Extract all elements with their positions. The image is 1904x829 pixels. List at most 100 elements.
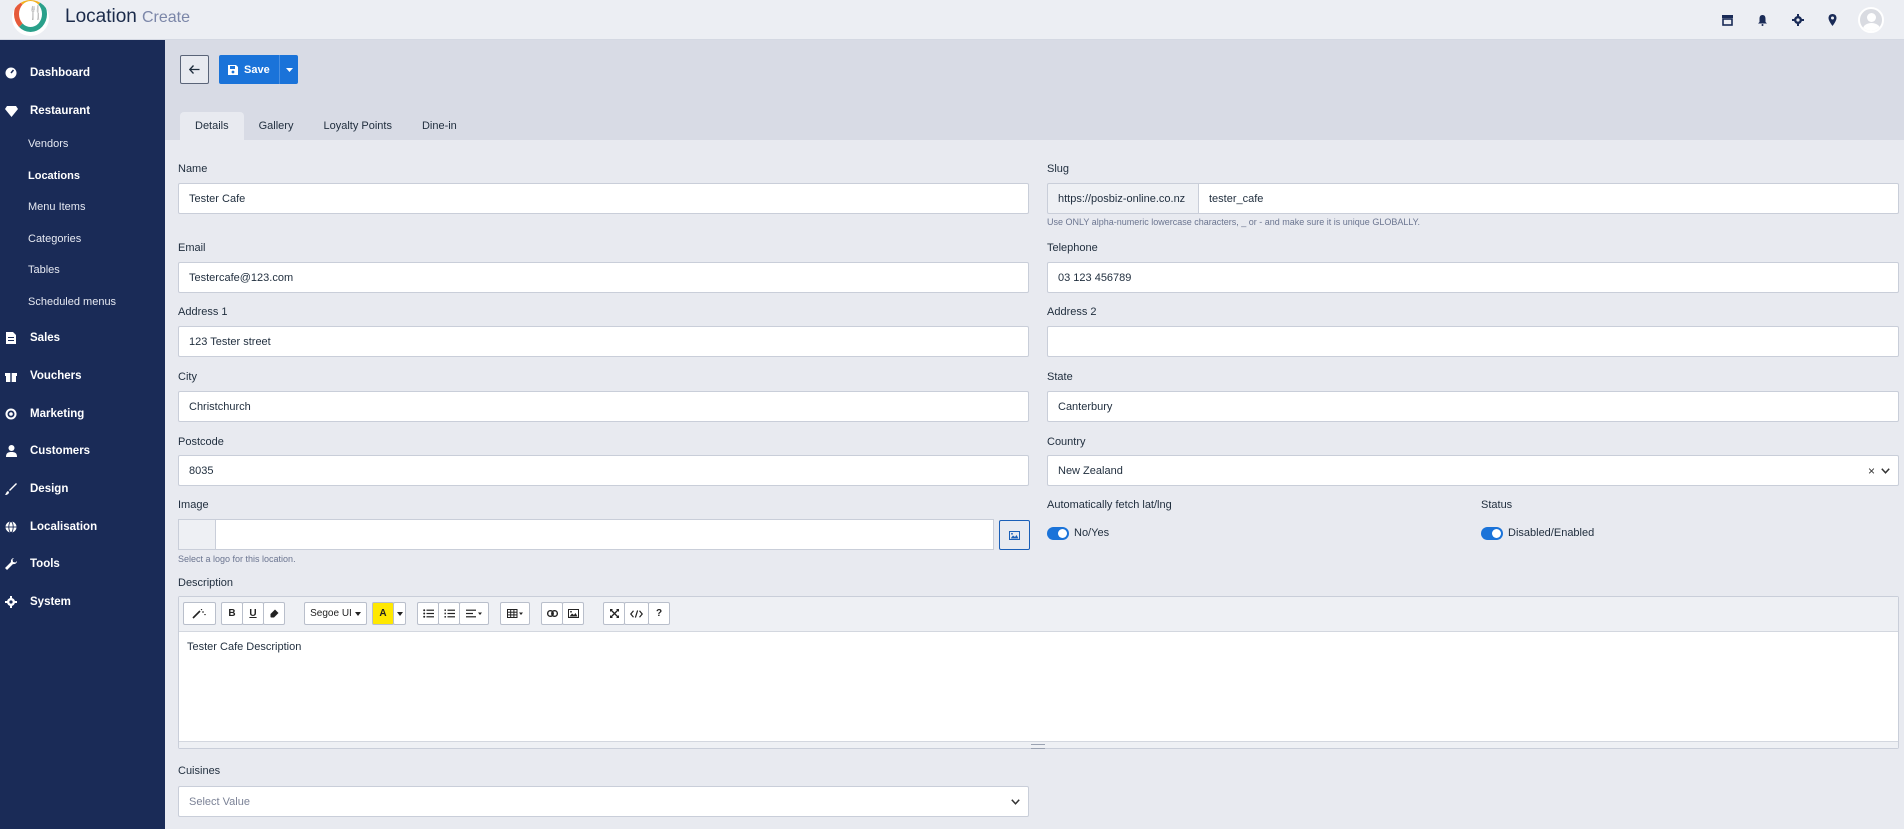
magic-style-button[interactable] [183, 602, 216, 625]
sidebar-item-label: Restaurant [30, 105, 91, 117]
top-icons [1710, 6, 1884, 34]
help-button[interactable]: ? [648, 602, 670, 625]
user-icon [4, 444, 18, 458]
image-path-input[interactable] [215, 519, 994, 550]
tab-bar: Details Gallery Loyalty Points Dine-in [180, 112, 472, 140]
unordered-list-button[interactable] [417, 602, 439, 625]
sidebar-item-restaurant[interactable]: Restaurant [0, 99, 165, 123]
store-icon[interactable] [1710, 6, 1745, 34]
image-picker-button[interactable] [999, 520, 1030, 550]
sidebar-subitem-vendors[interactable]: Vendors [28, 138, 68, 150]
insert-picture-button[interactable] [562, 602, 584, 625]
save-button-group: Save [219, 55, 298, 84]
gift-icon [4, 369, 18, 383]
table-button[interactable] [500, 602, 530, 625]
font-family-button[interactable]: Segoe UI [304, 602, 367, 625]
image-label: Image [178, 499, 209, 511]
email-input[interactable]: Testercafe@123.com [178, 262, 1029, 293]
editor-toolbar: B U Segoe UI A ? [179, 597, 1898, 632]
sidebar-item-vouchers[interactable]: Vouchers [0, 364, 165, 388]
sidebar-item-marketing[interactable]: Marketing [0, 402, 165, 426]
auto-latlng-toggle[interactable] [1047, 527, 1069, 540]
clear-icon[interactable]: × [1868, 464, 1875, 478]
sidebar-subitem-categories[interactable]: Categories [28, 233, 81, 245]
name-input[interactable]: Tester Cafe [178, 183, 1029, 214]
postcode-input[interactable]: 8035 [178, 455, 1029, 486]
sidebar-subitem-tables[interactable]: Tables [28, 264, 60, 276]
bold-button[interactable]: B [221, 602, 243, 625]
toolbar-band: Save Details Gallery Loyalty Points Dine… [165, 40, 1904, 140]
sidebar-item-label: Sales [30, 332, 61, 344]
gear-icon[interactable] [1780, 6, 1815, 34]
eraser-icon [270, 609, 278, 618]
sidebar-item-label: System [30, 596, 71, 608]
cuisines-label: Cuisines [178, 765, 221, 777]
state-input[interactable]: Canterbury [1047, 391, 1899, 422]
tab-loyalty-points[interactable]: Loyalty Points [308, 112, 406, 140]
bell-icon[interactable] [1745, 6, 1780, 34]
sidebar-item-label: Dashboard [30, 67, 91, 79]
sidebar-item-sales[interactable]: Sales [0, 326, 165, 350]
save-options-dropdown[interactable] [279, 55, 298, 84]
top-navbar: 🍴 Location Create [0, 0, 1904, 40]
sidebar-item-label: Vouchers [30, 370, 82, 382]
sidebar-subitem-scheduled-menus[interactable]: Scheduled menus [28, 296, 116, 308]
map-marker-icon[interactable] [1815, 6, 1850, 34]
city-label: City [178, 371, 197, 383]
sidebar-item-localisation[interactable]: Localisation [0, 515, 165, 539]
status-toggle[interactable] [1481, 527, 1503, 540]
save-button[interactable]: Save [219, 55, 279, 84]
address1-input[interactable]: 123 Tester street [178, 326, 1029, 357]
cuisines-select[interactable]: Select Value [178, 786, 1029, 817]
clear-format-button[interactable] [263, 602, 285, 625]
floppy-disk-icon [228, 64, 238, 75]
user-avatar[interactable] [1858, 7, 1884, 33]
chevron-down-icon[interactable] [1881, 467, 1890, 474]
telephone-label: Telephone [1047, 242, 1098, 254]
font-family-value: Segoe UI [310, 608, 352, 619]
expand-icon [609, 609, 619, 618]
paragraph-align-button[interactable] [459, 602, 489, 625]
tab-dine-in[interactable]: Dine-in [407, 112, 472, 140]
tab-details[interactable]: Details [180, 112, 244, 140]
brush-icon [4, 482, 18, 496]
city-input[interactable]: Christchurch [178, 391, 1029, 422]
sidebar-item-dashboard[interactable]: Dashboard [0, 61, 165, 85]
back-button[interactable] [180, 55, 209, 84]
sidebar-item-system[interactable]: System [0, 590, 165, 614]
caret-down-icon [354, 611, 361, 616]
country-select[interactable]: New Zealand × [1047, 455, 1899, 486]
sidebar-subitem-menu-items[interactable]: Menu Items [28, 201, 85, 213]
insert-link-button[interactable] [541, 602, 563, 625]
tab-gallery[interactable]: Gallery [244, 112, 309, 140]
file-icon [4, 331, 18, 345]
font-color-icon: A [379, 608, 387, 619]
slug-input[interactable]: tester_cafe [1198, 183, 1899, 214]
text-color-dropdown[interactable] [393, 602, 406, 625]
editor-resize-handle[interactable] [179, 741, 1898, 749]
fullscreen-button[interactable] [603, 602, 625, 625]
globe-icon [4, 520, 18, 534]
sidebar-item-tools[interactable]: Tools [0, 552, 165, 576]
description-editor-content[interactable]: Tester Cafe Description [187, 641, 301, 653]
sidebar-item-design[interactable]: Design [0, 477, 165, 501]
sidebar-item-customers[interactable]: Customers [0, 439, 165, 463]
ordered-list-button[interactable] [438, 602, 460, 625]
underline-button[interactable]: U [242, 602, 264, 625]
auto-latlng-toggle-label: No/Yes [1074, 527, 1110, 539]
bullseye-icon [4, 407, 18, 421]
address2-input[interactable] [1047, 326, 1899, 357]
picture-icon [567, 609, 579, 618]
app-logo[interactable]: 🍴 [12, 0, 49, 36]
telephone-input[interactable]: 03 123 456789 [1047, 262, 1899, 293]
underline-icon: U [249, 608, 257, 619]
page-title: Location [65, 6, 137, 27]
address1-label: Address 1 [178, 306, 228, 318]
image-icon [1009, 530, 1020, 540]
country-select-controls: × [1868, 456, 1890, 485]
country-selected-value: New Zealand [1058, 464, 1123, 477]
chevron-down-icon[interactable] [1011, 798, 1020, 805]
sidebar-subitem-locations[interactable]: Locations [28, 170, 80, 182]
text-color-button[interactable]: A [372, 602, 394, 625]
code-view-button[interactable] [624, 602, 649, 625]
